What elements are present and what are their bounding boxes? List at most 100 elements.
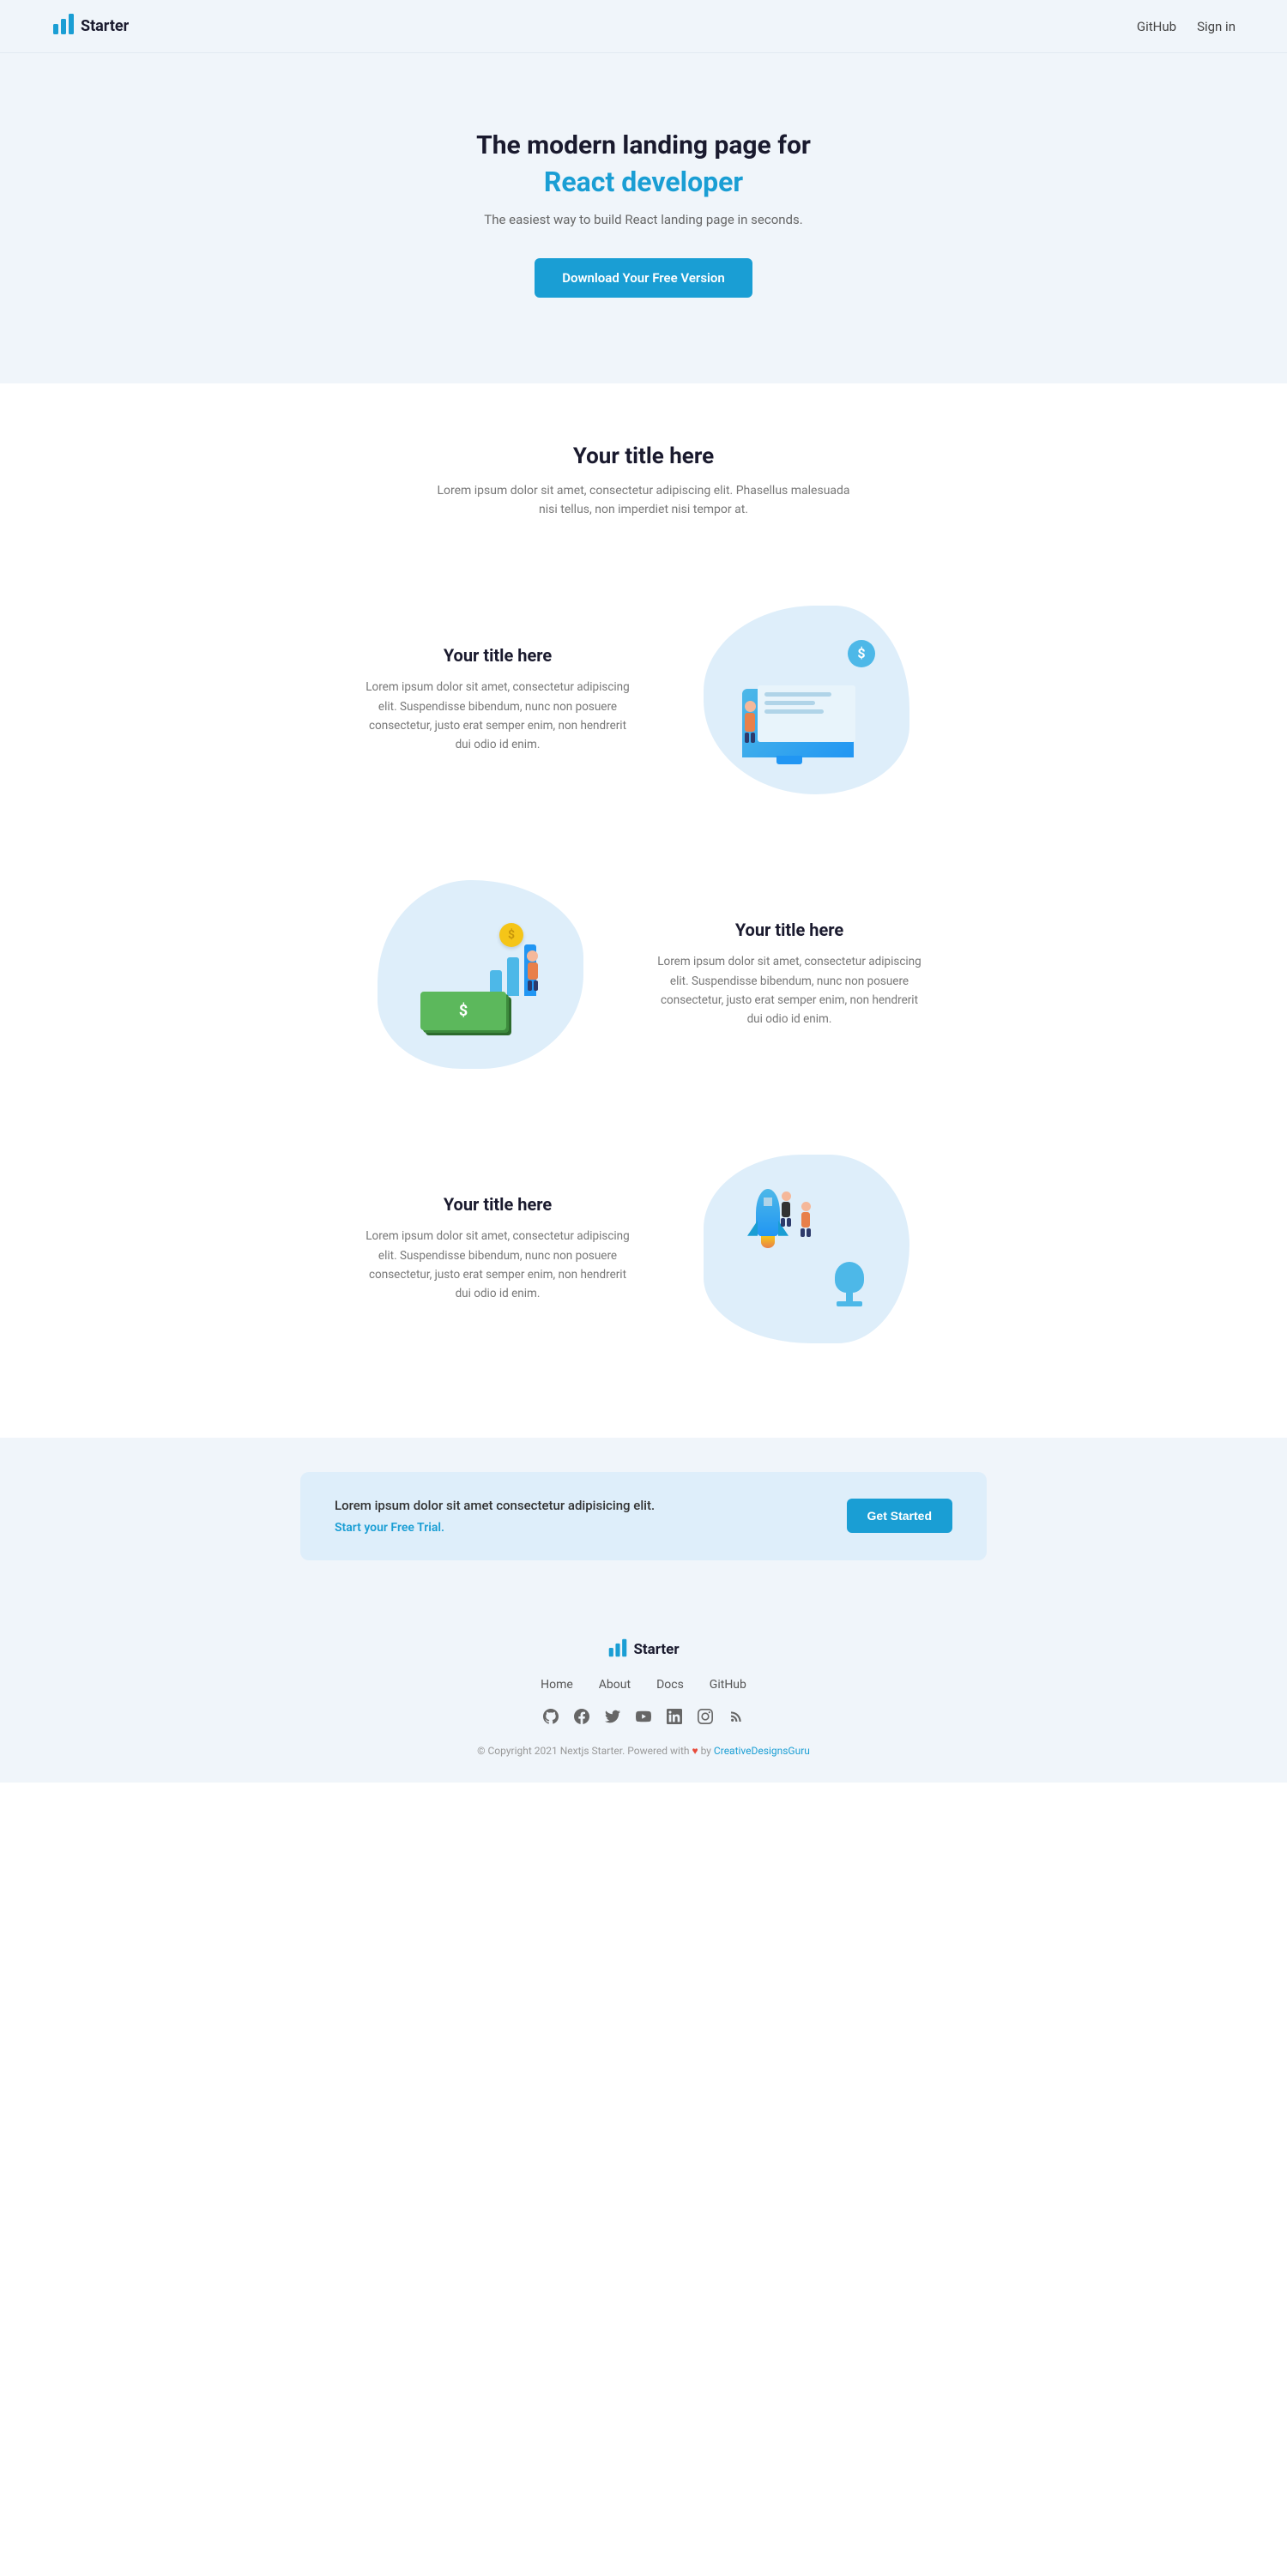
facebook-social-icon[interactable] (572, 1707, 591, 1726)
feature-3-text: Your title here Lorem ipsum dolor sit am… (360, 1194, 635, 1303)
feature-1-illustration: $ (686, 606, 927, 794)
sf-legs-1 (745, 733, 755, 743)
feature-3-description: Lorem ipsum dolor sit amet, consectetur … (360, 1227, 635, 1303)
blob-content-2: $ $ (403, 906, 558, 1043)
sf-leg-1b (751, 733, 755, 743)
nav-links: GitHub Sign in (1137, 19, 1236, 34)
hero-line1: The modern landing page for (34, 130, 1253, 160)
money-chart-illustration: $ $ (408, 910, 553, 1039)
laptop-line-3 (764, 709, 824, 714)
feature-2-blob: $ $ (378, 880, 583, 1069)
laptop-line-1 (764, 692, 831, 697)
linkedin-social-icon[interactable] (665, 1707, 684, 1726)
trophy-cup (835, 1262, 864, 1293)
brand-name: Starter (81, 17, 129, 35)
footer-logo: Starter (34, 1638, 1253, 1662)
navbar: Starter GitHub Sign in (0, 0, 1287, 53)
feature-3-illustration (686, 1155, 927, 1343)
sf-leg-3aa (781, 1218, 785, 1227)
cta-text: Lorem ipsum dolor sit amet consectetur a… (335, 1498, 655, 1535)
feature-3-blob (704, 1155, 909, 1343)
laptop-illustration: $ (734, 636, 879, 764)
footer-link-about[interactable]: About (599, 1678, 631, 1692)
cta-description: Lorem ipsum dolor sit amet consectetur a… (335, 1498, 655, 1513)
money-stack: $ (420, 992, 506, 1030)
rss-social-icon[interactable] (727, 1707, 746, 1726)
footer: Starter Home About Docs GitHub © Copyrig… (0, 1595, 1287, 1783)
rocket-fire (761, 1236, 775, 1248)
rocket-fin-left (747, 1221, 758, 1236)
footer-link-github[interactable]: GitHub (710, 1678, 746, 1692)
sf-leg-2a (528, 980, 532, 991)
trophy-stem (846, 1293, 853, 1301)
footer-copyright: © Copyright 2021 Nextjs Starter. Powered… (34, 1745, 1253, 1757)
laptop-line-2 (764, 701, 815, 705)
sf-body-1 (745, 713, 755, 732)
feature-row-2: Your title here Lorem ipsum dolor sit am… (257, 837, 1030, 1112)
sf-legs-2 (528, 980, 538, 991)
twitter-social-icon[interactable] (603, 1707, 622, 1726)
github-social-icon[interactable] (541, 1707, 560, 1726)
logo[interactable]: Starter (51, 12, 129, 40)
sf-leg-3ba (801, 1228, 805, 1237)
signin-nav-link[interactable]: Sign in (1197, 19, 1236, 34)
footer-link-docs[interactable]: Docs (656, 1678, 684, 1692)
sf-head-3b (801, 1202, 811, 1211)
trophy-base (837, 1301, 862, 1306)
instagram-social-icon[interactable] (696, 1707, 715, 1726)
cta-get-started-button[interactable]: Get Started (847, 1499, 952, 1533)
sf-legs-3a (781, 1218, 791, 1227)
features-section: Your title here Lorem ipsum dolor sit am… (0, 546, 1287, 1438)
feature-2-description: Lorem ipsum dolor sit amet, consectetur … (652, 952, 927, 1029)
section-intro-title: Your title here (34, 443, 1253, 469)
section-intro-description: Lorem ipsum dolor sit amet, consectetur … (429, 481, 858, 520)
sf-head-2 (527, 950, 538, 962)
feature-2-illustration: $ $ (360, 880, 601, 1069)
cta-banner: Lorem ipsum dolor sit amet consectetur a… (300, 1472, 987, 1560)
feature-row-3: Your title here Lorem ipsum dolor sit am… (257, 1112, 1030, 1386)
heart-icon: ♥ (692, 1745, 700, 1757)
sf-leg-3bb (807, 1228, 811, 1237)
sf-head-1 (745, 701, 756, 712)
feature-2-title: Your title here (652, 920, 927, 940)
blob-content-3 (729, 1180, 884, 1318)
feature-1-text: Your title here Lorem ipsum dolor sit am… (360, 645, 635, 754)
dollar-circle: $ (848, 640, 875, 667)
logo-icon (51, 12, 76, 40)
feature-1-description: Lorem ipsum dolor sit amet, consectetur … (360, 678, 635, 754)
hero-description: The easiest way to build React landing p… (34, 212, 1253, 227)
sf-leg-1a (745, 733, 749, 743)
sf-body-3b (801, 1212, 810, 1228)
hero-cta-button[interactable]: Download Your Free Version (535, 258, 752, 298)
sf-body-2 (528, 962, 538, 980)
feature-1-blob: $ (704, 606, 909, 794)
hero-section: The modern landing page for React develo… (0, 53, 1287, 383)
feature-row-1: Your title here Lorem ipsum dolor sit am… (257, 563, 1030, 837)
creative-designs-link[interactable]: CreativeDesignsGuru (714, 1745, 810, 1757)
rocket-window (764, 1198, 772, 1206)
sf-body-3a (782, 1202, 790, 1217)
sf-leg-2b (534, 980, 538, 991)
sf-legs-3b (801, 1228, 811, 1237)
rocket-body (756, 1189, 780, 1236)
cta-trial-link[interactable]: Start your Free Trial. (335, 1521, 444, 1535)
figure-2 (527, 950, 538, 991)
sf-head-3a (782, 1191, 791, 1201)
footer-link-home[interactable]: Home (541, 1678, 573, 1692)
bar-2 (507, 957, 519, 996)
trophy (832, 1262, 867, 1309)
footer-nav: Home About Docs GitHub (34, 1678, 1253, 1692)
footer-brand-name: Starter (633, 1641, 679, 1658)
hero-line2: React developer (34, 166, 1253, 198)
feature-3-title: Your title here (360, 1194, 635, 1215)
youtube-social-icon[interactable] (634, 1707, 653, 1726)
laptop-screen (758, 685, 855, 742)
cta-section: Lorem ipsum dolor sit amet consectetur a… (0, 1438, 1287, 1595)
sf-leg-3ab (787, 1218, 791, 1227)
github-nav-link[interactable]: GitHub (1137, 19, 1176, 34)
footer-logo-icon (607, 1638, 628, 1662)
figure-3a (781, 1191, 791, 1227)
feature-2-text: Your title here Lorem ipsum dolor sit am… (652, 920, 927, 1029)
section-intro: Your title here Lorem ipsum dolor sit am… (0, 383, 1287, 546)
footer-socials (34, 1707, 1253, 1726)
